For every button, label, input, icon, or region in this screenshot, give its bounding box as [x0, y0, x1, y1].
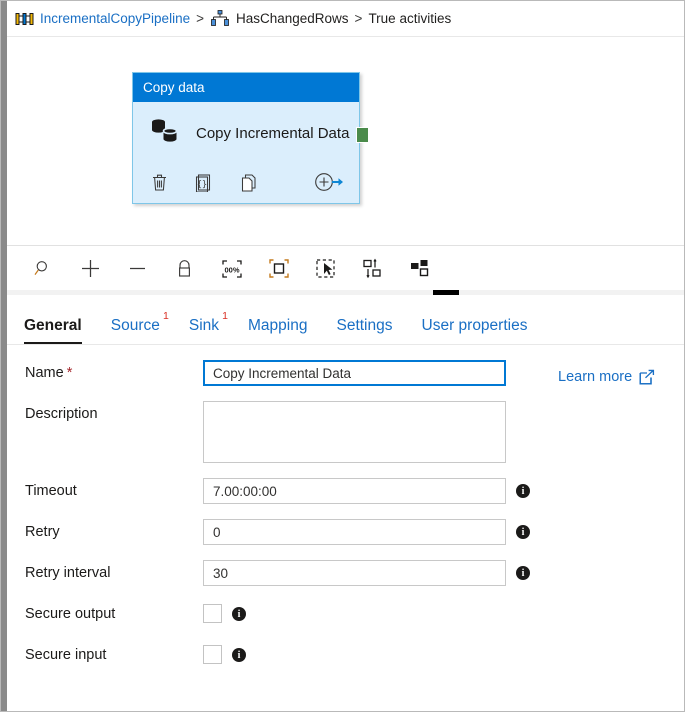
tab-source-badge: 1 — [163, 310, 169, 322]
svg-text:{}: {} — [197, 180, 207, 190]
secure-input-checkbox[interactable] — [203, 645, 222, 664]
tab-source[interactable]: Source 1 — [110, 310, 169, 344]
field-row-secure-input: Secure input i — [7, 642, 684, 668]
tab-mapping[interactable]: Mapping — [248, 317, 307, 344]
activity-node-header: Copy data — [133, 73, 359, 102]
field-row-retry-interval: Retry interval i — [7, 560, 684, 586]
name-input[interactable] — [203, 360, 506, 386]
tab-source-label: Source — [110, 317, 160, 334]
general-tab-form: Learn more Name* Description — [7, 345, 684, 668]
activity-node-actions: {} — [133, 164, 359, 200]
clone-icon[interactable] — [240, 173, 258, 192]
code-icon[interactable]: {} — [195, 173, 213, 192]
lock-icon[interactable] — [161, 249, 208, 289]
tab-settings[interactable]: Settings — [336, 317, 392, 344]
field-row-retry: Retry i — [7, 519, 684, 545]
select-tool-icon[interactable] — [302, 249, 349, 289]
tab-sink-badge: 1 — [222, 310, 229, 322]
retry-label: Retry — [25, 524, 60, 540]
timeout-info-icon[interactable]: i — [516, 484, 530, 498]
secure-output-control: i — [203, 601, 246, 623]
breadcrumb-branch: True activities — [368, 11, 452, 26]
description-label: Description — [25, 406, 98, 422]
copy-data-icon — [149, 117, 182, 150]
tab-general[interactable]: General — [24, 317, 82, 344]
timeout-control: i — [203, 478, 530, 504]
activity-node-title: Copy Incremental Data — [196, 124, 350, 142]
search-icon[interactable] — [20, 249, 67, 289]
breadcrumb-activity-name[interactable]: HasChangedRows — [236, 11, 349, 26]
description-control — [203, 401, 506, 463]
breadcrumb: IncrementalCopyPipeline > HasChangedRows… — [7, 1, 684, 37]
tab-settings-label: Settings — [336, 317, 393, 334]
retry-interval-control: i — [203, 560, 530, 586]
zoom-out-icon[interactable] — [114, 249, 161, 289]
name-label-text: Name — [25, 365, 64, 381]
canvas-scrollbar-track[interactable] — [7, 290, 684, 295]
if-condition-icon — [210, 9, 230, 28]
tab-sink-label: Sink — [188, 317, 220, 334]
tab-sink[interactable]: Sink 1 — [188, 310, 228, 344]
delete-icon[interactable] — [151, 173, 168, 192]
tab-mapping-label: Mapping — [248, 317, 308, 334]
learn-more-link[interactable]: Learn more — [558, 369, 655, 385]
activity-node-copy-data[interactable]: Copy data Copy Incremental Data {} — [132, 72, 369, 204]
retry-interval-info-icon[interactable]: i — [516, 566, 530, 580]
tab-general-label: General — [24, 317, 82, 334]
retry-info-icon[interactable]: i — [516, 525, 530, 539]
retry-control: i — [203, 519, 530, 545]
retry-interval-input[interactable] — [203, 560, 506, 586]
retry-interval-label: Retry interval — [25, 565, 111, 581]
breadcrumb-separator-2: > — [354, 11, 363, 26]
canvas-toolbar: 00% — [7, 245, 684, 291]
secure-input-control: i — [203, 642, 246, 664]
svg-text:00%: 00% — [224, 265, 239, 274]
external-link-icon — [639, 369, 655, 385]
field-row-secure-output: Secure output i — [7, 601, 684, 627]
auto-align-icon[interactable] — [349, 249, 396, 289]
secure-output-label: Secure output — [25, 606, 116, 622]
tab-user-properties[interactable]: User properties — [422, 317, 528, 344]
timeout-input[interactable] — [203, 478, 506, 504]
secure-output-checkbox[interactable] — [203, 604, 222, 623]
timeout-label: Timeout — [25, 483, 77, 499]
fit-to-screen-icon[interactable] — [255, 249, 302, 289]
retry-input[interactable] — [203, 519, 506, 545]
field-row-timeout: Timeout i — [7, 478, 684, 504]
secure-input-label: Secure input — [25, 647, 107, 663]
name-control — [203, 360, 506, 386]
tab-user-properties-label: User properties — [421, 317, 528, 334]
description-textarea[interactable] — [203, 401, 506, 463]
name-label: Name * — [7, 360, 203, 386]
success-output-port[interactable] — [356, 127, 369, 143]
required-marker: * — [66, 365, 73, 381]
pipeline-canvas[interactable]: Copy data Copy Incremental Data {} — [7, 37, 684, 245]
canvas-scrollbar-thumb[interactable] — [433, 290, 459, 295]
breadcrumb-separator-1: > — [196, 11, 204, 26]
field-row-description: Description — [7, 401, 684, 463]
activity-tabs: General Source 1 Sink 1 Mapping Settings… — [7, 297, 684, 345]
auto-layout-icon[interactable] — [396, 249, 443, 289]
activity-node-body: Copy Incremental Data — [133, 102, 359, 164]
zoom-in-icon[interactable] — [67, 249, 114, 289]
pipeline-icon — [15, 12, 34, 26]
secure-input-info-icon[interactable]: i — [232, 648, 246, 662]
secure-output-info-icon[interactable]: i — [232, 607, 246, 621]
adf-activity-editor: IncrementalCopyPipeline > HasChangedRows… — [0, 0, 685, 712]
learn-more-label: Learn more — [558, 369, 633, 385]
zoom-100-icon[interactable]: 00% — [208, 249, 255, 289]
breadcrumb-pipeline-link[interactable]: IncrementalCopyPipeline — [40, 11, 190, 26]
add-output-icon[interactable] — [314, 172, 345, 192]
